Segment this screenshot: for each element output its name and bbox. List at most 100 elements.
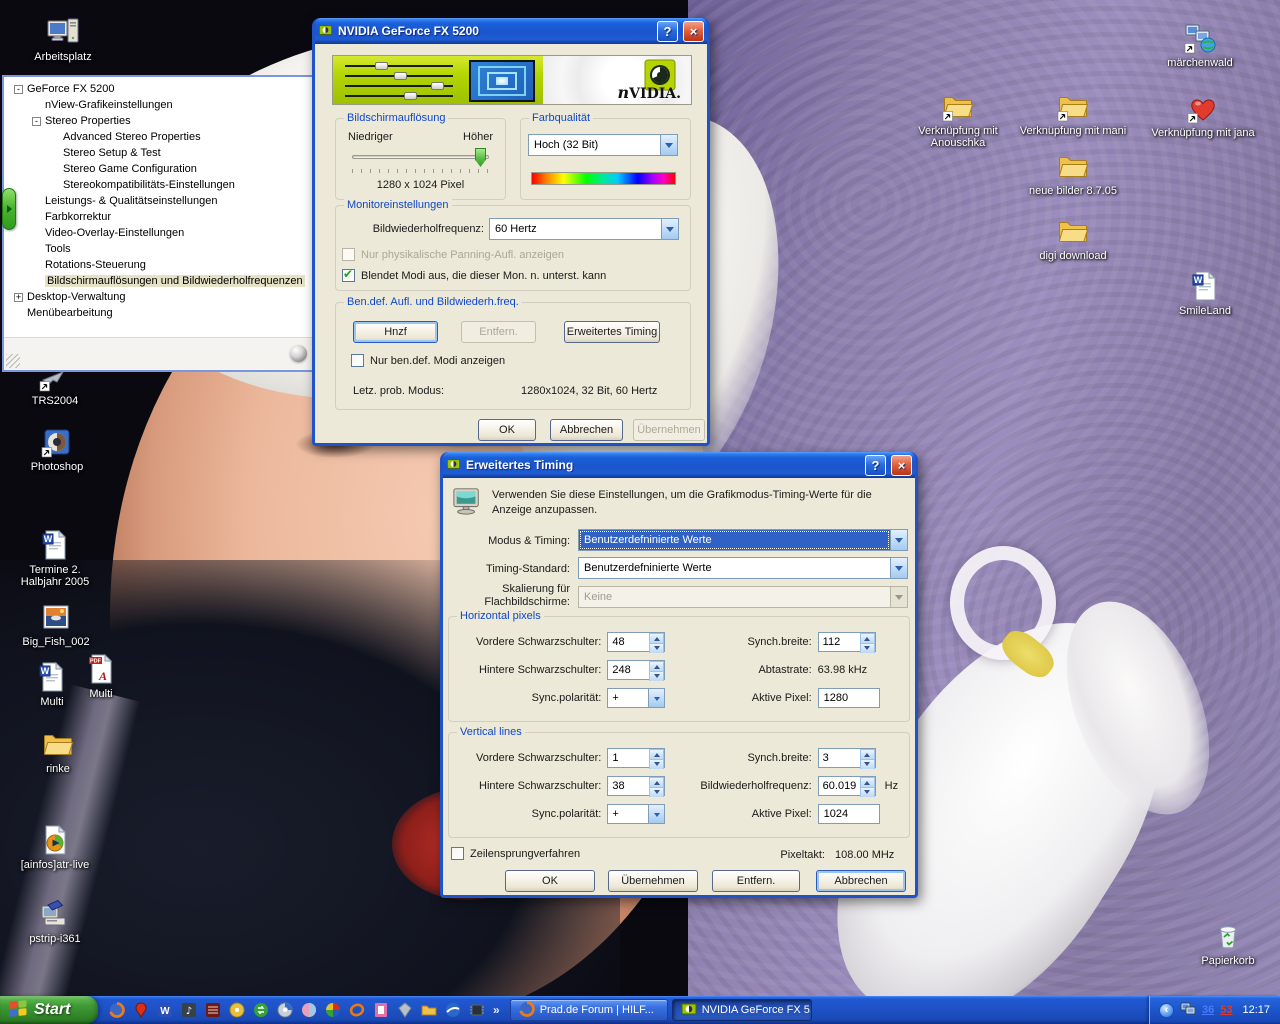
spin-down-icon[interactable] [649, 787, 664, 797]
desktop-icon-verknüpfung-mit-anouschka[interactable]: Verknüpfung mit Anouschka [912, 88, 1004, 149]
v-aktive-pixel-field[interactable]: 1024 [818, 804, 880, 824]
spin-down-icon[interactable] [860, 759, 875, 769]
timing-dialog-titlebar[interactable]: Erweitertes Timing ? × [443, 452, 915, 478]
apply-button[interactable]: Übernehmen [608, 870, 698, 892]
tree-item-geforce-fx-5200[interactable]: -GeForce FX 5200 [4, 81, 319, 97]
close-button[interactable]: × [683, 21, 704, 42]
tree-item-nview-grafikeinstellungen[interactable]: nView-Grafikeinstellungen [4, 97, 319, 113]
advanced-timing-button[interactable]: Erweitertes Timing [564, 321, 660, 343]
desktop-icon-digi-download[interactable]: digi download [1014, 213, 1132, 262]
tree-item-leistungs-qualitätseinstellungen[interactable]: Leistungs- & Qualitätseinstellungen [4, 193, 319, 209]
desktop-icon-photoshop[interactable]: Photoshop [0, 424, 116, 473]
spin-up-icon[interactable] [649, 661, 664, 671]
start-button[interactable]: Start [0, 996, 98, 1024]
tree-item-stereo-properties[interactable]: -Stereo Properties [4, 113, 319, 129]
network-tray-icon[interactable] [1180, 1002, 1196, 1019]
chevron-down-icon[interactable] [661, 219, 678, 239]
desktop-icon-arbeitsplatz[interactable]: Arbeitsplatz [4, 14, 122, 63]
nvidia-sphere-icon[interactable] [290, 345, 307, 362]
tree-item-stereokompatibilitäts-einstellungen[interactable]: Stereokompatibilitäts-Einstellungen [4, 177, 319, 193]
spin-up-icon[interactable] [649, 749, 664, 759]
desktop-icon-pstrip-i361[interactable]: pstrip-i361 [0, 896, 114, 945]
tree-item-desktop-verwaltung[interactable]: +Desktop-Verwaltung [4, 289, 319, 305]
resolution-slider[interactable] [352, 155, 489, 159]
spin-up-icon[interactable] [860, 633, 875, 643]
only-custom-checkbox[interactable] [351, 354, 364, 367]
hide-modes-checkbox-row[interactable]: Blendet Modi aus, die dieser Mon. n. unt… [342, 269, 606, 282]
only-custom-checkbox-row[interactable]: Nur ben.def. Modi anzeigen [351, 354, 505, 367]
expand-expander-icon[interactable]: + [14, 293, 23, 302]
collapse-expander-icon[interactable]: - [32, 117, 41, 126]
tree-item-video-overlay-einstellungen[interactable]: Video-Overlay-Einstellungen [4, 225, 319, 241]
interlace-checkbox[interactable] [451, 847, 464, 860]
taskbar-window-nvidia[interactable]: NVIDIA GeForce FX 5... [672, 999, 812, 1021]
cancel-button[interactable]: Abbrechen [816, 870, 906, 892]
spin-up-icon[interactable] [649, 777, 664, 787]
refresh-rate-select[interactable]: 60 Hertz [489, 218, 679, 240]
tree-item-stereo-setup-test[interactable]: Stereo Setup & Test [4, 145, 319, 161]
ok-button[interactable]: OK [505, 870, 595, 892]
desktop-icon-märchenwald[interactable]: märchenwald [1141, 20, 1259, 69]
v-sync-polaritaet-select[interactable]: + [607, 804, 665, 824]
quicklaunch-gem-icon[interactable] [396, 1002, 413, 1019]
quicklaunch-chart-icon[interactable] [300, 1002, 317, 1019]
ok-button[interactable]: OK [478, 419, 536, 441]
tree-item-menübearbeitung[interactable]: Menübearbeitung [4, 305, 319, 321]
chevron-down-icon[interactable] [890, 530, 907, 550]
desktop-icon-smileland[interactable]: WSmileLand [1146, 268, 1264, 317]
timing-standard-select[interactable]: Benutzerdefninierte Werte [578, 557, 908, 579]
desktop-icon-multi[interactable]: PDFAMulti [42, 651, 160, 700]
chevron-down-icon[interactable] [660, 135, 677, 155]
add-button[interactable]: Hnzf [353, 321, 438, 343]
temperature-monitor-blue[interactable]: 36 [1202, 1004, 1214, 1016]
desktop-icon-big-fish-002[interactable]: Big_Fish_002 [0, 599, 115, 648]
tree-item-bildschirmauflösungen-und-bildwiederholf[interactable]: Bildschirmauflösungen und Bildwiederholf… [4, 273, 319, 289]
close-button[interactable]: × [891, 455, 912, 476]
quicklaunch-cd-burner-icon[interactable] [276, 1002, 293, 1019]
resolution-slider-thumb[interactable] [475, 148, 486, 167]
v-synch-breite-spinner[interactable]: 3 [818, 748, 876, 768]
tray-collapse-button[interactable]: ‹ [1159, 1003, 1174, 1018]
desktop-icon-papierkorb[interactable]: Papierkorb [1169, 918, 1280, 967]
v-vordere-schwarzschulter-spinner[interactable]: 1 [607, 748, 665, 768]
tree-item-farbkorrektur[interactable]: Farbkorrektur [4, 209, 319, 225]
h-vordere-schwarzschulter-spinner[interactable]: 48 [607, 632, 665, 652]
h-aktive-pixel-field[interactable]: 1280 [818, 688, 880, 708]
color-quality-select[interactable]: Hoch (32 Bit) [528, 134, 678, 156]
spin-up-icon[interactable] [860, 749, 875, 759]
chevron-down-icon[interactable] [648, 689, 664, 707]
tree-item-advanced-stereo-properties[interactable]: Advanced Stereo Properties [4, 129, 319, 145]
spin-down-icon[interactable] [649, 643, 664, 653]
quicklaunch-door-icon[interactable] [372, 1002, 389, 1019]
panel-slide-handle[interactable] [2, 188, 16, 230]
h-synch-breite-spinner[interactable]: 112 [818, 632, 876, 652]
desktop-icon-verknüpfung-mit-mani[interactable]: Verknüpfung mit mani [1014, 88, 1132, 137]
tree-item-tools[interactable]: Tools [4, 241, 319, 257]
quicklaunch-pinwheel-icon[interactable] [324, 1002, 341, 1019]
spin-up-icon[interactable] [649, 633, 664, 643]
h-hintere-schwarzschulter-spinner[interactable]: 248 [607, 660, 665, 680]
resize-grip[interactable] [6, 354, 20, 368]
flatpanel-scaling-select[interactable]: Keine [578, 586, 908, 608]
panning-checkbox[interactable] [342, 248, 355, 261]
chevron-down-icon[interactable] [890, 587, 907, 607]
quicklaunch-cd-icon[interactable] [228, 1002, 245, 1019]
hide-modes-checkbox[interactable] [342, 269, 355, 282]
nvidia-dialog-titlebar[interactable]: NVIDIA GeForce FX 5200 ? × [315, 18, 707, 44]
quicklaunch-folder-icon[interactable] [420, 1002, 437, 1019]
panning-checkbox-row[interactable]: Nur physikalische Panning-Aufl. anzeigen [342, 248, 564, 261]
interlace-checkbox-row[interactable]: Zeilensprungverfahren [451, 847, 580, 860]
desktop-icon-termine-2-halbjahr-2005[interactable]: WTermine 2. Halbjahr 2005 [9, 527, 101, 588]
spin-down-icon[interactable] [860, 643, 875, 653]
collapse-expander-icon[interactable]: - [14, 85, 23, 94]
spin-down-icon[interactable] [649, 671, 664, 681]
cancel-button[interactable]: Abbrechen [550, 419, 623, 441]
quick-launch-overflow-chevron[interactable]: » [491, 1003, 502, 1017]
taskbar-window-firefox[interactable]: Prad.de Forum | HILF... [510, 999, 668, 1021]
quicklaunch-word-icon[interactable]: W [156, 1002, 173, 1019]
quicklaunch-music-icon[interactable]: ♪ [180, 1002, 197, 1019]
quicklaunch-globe-icon[interactable] [444, 1002, 461, 1019]
desktop-icon-neue-bilder-8-7-05[interactable]: neue bilder 8.7.05 [1014, 148, 1132, 197]
v-bildwiederholfrequenz-spinner[interactable]: 60.019 [818, 776, 876, 796]
help-button[interactable]: ? [657, 21, 678, 42]
